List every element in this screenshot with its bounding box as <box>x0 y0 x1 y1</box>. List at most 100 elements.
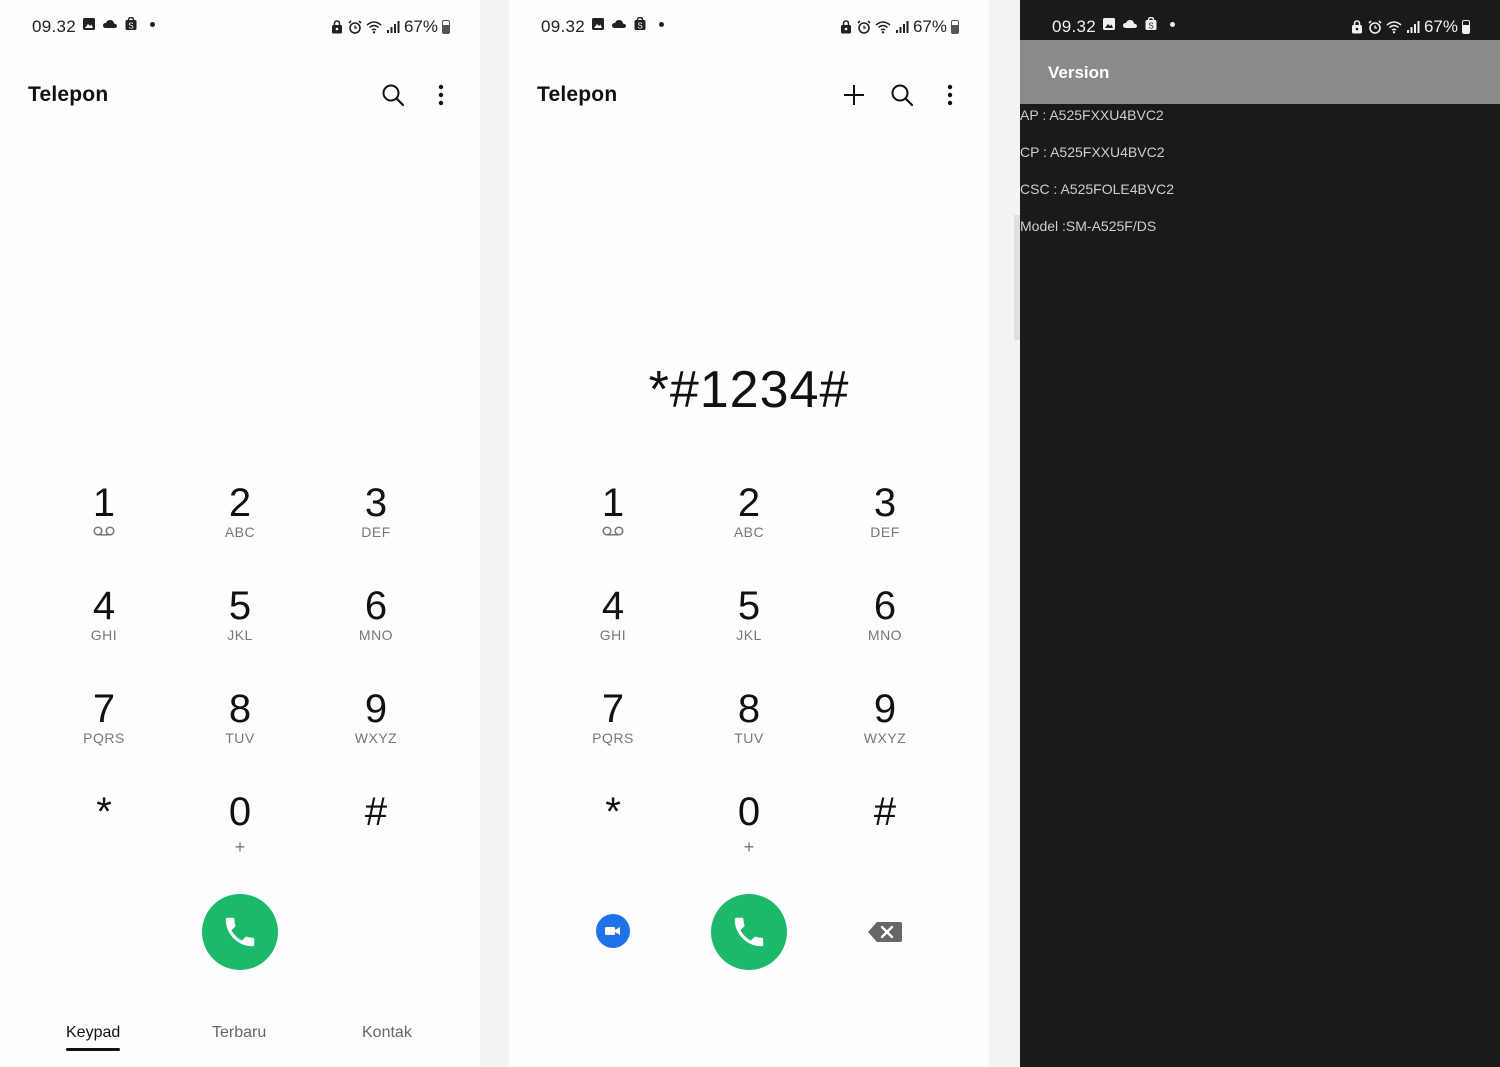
key-letters: GHI <box>599 627 627 643</box>
key-digit: 5 <box>228 584 252 628</box>
lock-icon <box>331 20 342 34</box>
key-1[interactable]: 1 <box>36 480 172 583</box>
key-digit: 1 <box>601 481 625 525</box>
voicemail-icon <box>93 526 115 536</box>
search-button[interactable] <box>887 80 917 110</box>
key-digit: 6 <box>364 584 388 628</box>
gallery-icon <box>1103 18 1115 30</box>
wifi-icon <box>875 21 891 34</box>
status-time: 09.32 <box>1052 17 1097 36</box>
search-icon <box>891 84 914 107</box>
version-row-csc: CSC : A525FOLE4BVC2 <box>1020 181 1175 197</box>
backspace-button[interactable] <box>867 920 903 944</box>
tab-keypad[interactable]: Keypad <box>66 1024 121 1051</box>
alarm-icon <box>1368 20 1382 34</box>
shop-bag-icon: S <box>634 17 646 31</box>
key-digit: 7 <box>601 687 625 731</box>
version-header: Version <box>1020 40 1500 104</box>
key-letters: TUV <box>225 730 255 746</box>
key-letters: MNO <box>867 627 903 643</box>
key-letters: + <box>743 837 755 857</box>
phone-icon <box>734 917 764 947</box>
dialer-screen-code: 09.32 S 67% Telepon *#1234# 1 2 ABC 3 DE… <box>509 0 989 1067</box>
version-list: AP : A525FXXU4BVC2 CP : A525FXXU4BVC2 CS… <box>1020 106 1174 254</box>
key-star[interactable]: * <box>36 789 172 892</box>
app-title: Telepon <box>537 83 618 106</box>
version-row-ap: AP : A525FXXU4BVC2 <box>1020 107 1164 123</box>
key-2[interactable]: 2 ABC <box>681 480 817 583</box>
key-hash[interactable]: # <box>817 789 953 892</box>
app-title: Telepon <box>28 83 109 106</box>
search-icon <box>382 84 405 107</box>
key-star[interactable]: * <box>545 789 681 892</box>
notification-dot <box>659 21 664 27</box>
status-time: 09.32 <box>541 17 586 36</box>
more-options-button[interactable] <box>426 80 456 110</box>
key-letters: DEF <box>361 524 391 540</box>
key-7[interactable]: 7 PQRS <box>36 686 172 789</box>
battery-icon <box>951 20 959 34</box>
shop-bag-icon: S <box>1145 17 1157 31</box>
key-8[interactable]: 8 TUV <box>681 686 817 789</box>
cloud-icon <box>1123 20 1137 28</box>
call-button[interactable] <box>202 894 278 970</box>
more-vert-icon <box>438 84 444 106</box>
key-letters: MNO <box>358 627 394 643</box>
key-digit: 9 <box>873 687 897 731</box>
key-letters: JKL <box>227 627 253 643</box>
key-digit: 2 <box>228 481 252 525</box>
svg-text:S: S <box>128 22 133 31</box>
more-options-button[interactable] <box>935 80 965 110</box>
key-digit: 5 <box>737 584 761 628</box>
dial-keypad: 1 2 ABC 3 DEF 4 GHI 5 JKL 6 MNO 7 PQRS 8 TUV 9W… <box>36 480 444 892</box>
key-letters: JKL <box>736 627 762 643</box>
wifi-icon <box>366 21 382 34</box>
tab-recent[interactable]: Terbaru <box>212 1024 266 1042</box>
key-8[interactable]: 8 TUV <box>172 686 308 789</box>
key-digit: 3 <box>873 481 897 525</box>
key-4[interactable]: 4 GHI <box>545 583 681 686</box>
key-6[interactable]: 6 MNO <box>308 583 444 686</box>
key-letters: ABC <box>733 524 765 540</box>
call-button[interactable] <box>711 894 787 970</box>
search-button[interactable] <box>378 80 408 110</box>
add-contact-button[interactable] <box>839 80 869 110</box>
key-4[interactable]: 4 GHI <box>36 583 172 686</box>
key-3[interactable]: 3 DEF <box>308 480 444 583</box>
notification-dot <box>1170 21 1175 27</box>
status-bar: 09.32 S 67% <box>0 0 480 54</box>
key-3[interactable]: 3 DEF <box>817 480 953 583</box>
key-digit: 1 <box>92 481 116 525</box>
key-7[interactable]: 7 PQRS <box>545 686 681 789</box>
dialed-number-field[interactable]: *#1234# <box>509 360 989 420</box>
tab-contacts[interactable]: Kontak <box>362 1024 412 1042</box>
key-0[interactable]: 0 + <box>681 789 817 892</box>
key-5[interactable]: 5 JKL <box>172 583 308 686</box>
key-5[interactable]: 5 JKL <box>681 583 817 686</box>
key-letters: TUV <box>734 730 764 746</box>
lock-icon <box>1351 20 1362 34</box>
key-1[interactable]: 1 <box>545 480 681 583</box>
key-digit: 8 <box>228 687 252 731</box>
gallery-icon <box>592 18 604 30</box>
dial-keypad: 1 2 ABC 3 DEF 4 GHI 5 JKL 6 MNO 7 PQRS 8 TUV 9W… <box>545 480 953 892</box>
key-digit: 0 <box>737 790 761 834</box>
backspace-icon <box>868 922 902 942</box>
dialer-screen-empty: 09.32 S 67% Telepon 1 2ABC 3DEF 4GHI <box>0 0 480 1067</box>
notification-dot <box>150 21 155 27</box>
key-0[interactable]: 0 + <box>172 789 308 892</box>
key-digit: 6 <box>873 584 897 628</box>
key-2[interactable]: 2 ABC <box>172 480 308 583</box>
key-hash[interactable]: # <box>308 789 444 892</box>
key-6[interactable]: 6 MNO <box>817 583 953 686</box>
key-digit: # <box>873 790 897 834</box>
battery-icon <box>442 20 450 34</box>
key-digit: 0 <box>228 790 252 834</box>
video-camera-icon <box>605 927 620 935</box>
video-call-button[interactable] <box>596 914 630 948</box>
svg-text:S: S <box>637 22 642 31</box>
key-9[interactable]: 9 WXYZ <box>817 686 953 789</box>
alarm-icon <box>857 20 871 34</box>
key-9[interactable]: 9 WXYZ <box>308 686 444 789</box>
battery-percent: 67% <box>912 17 947 36</box>
